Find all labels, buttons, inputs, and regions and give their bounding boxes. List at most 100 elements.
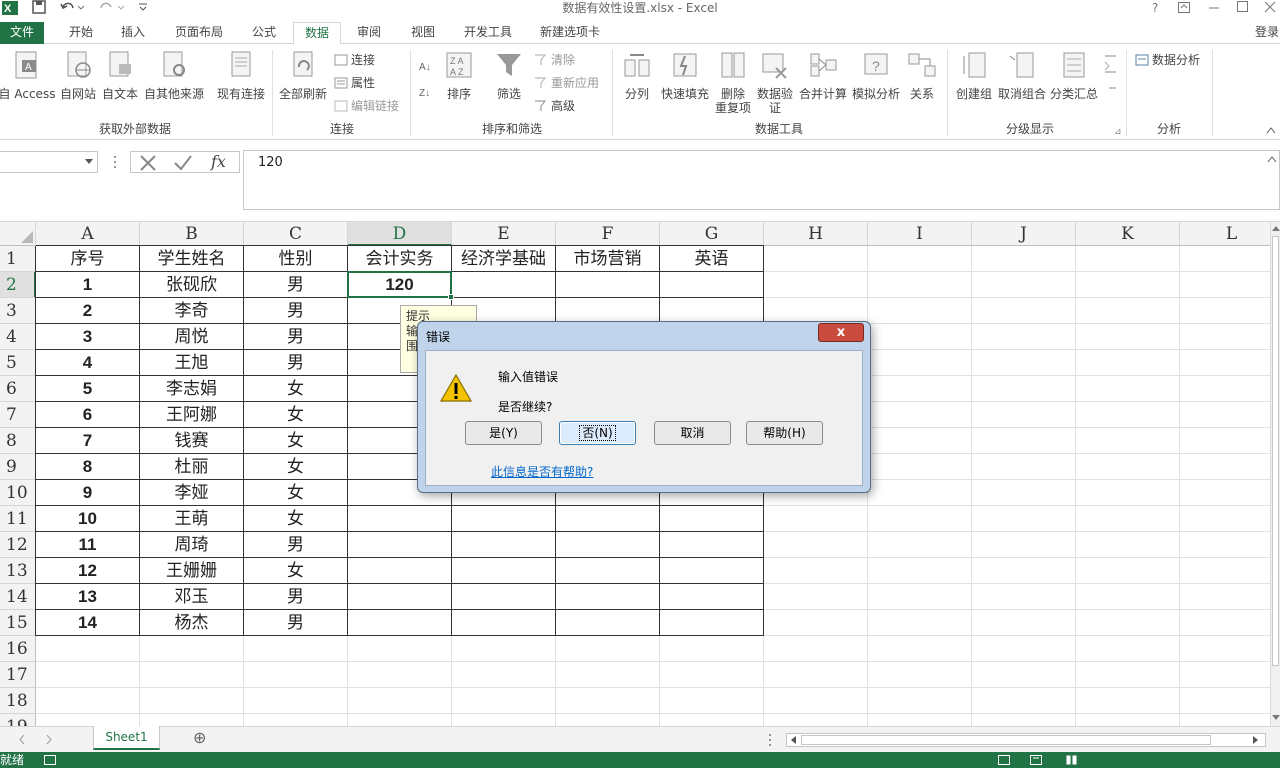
yes-button[interactable]: 是(Y) (465, 421, 542, 445)
cell-j6[interactable] (972, 376, 1076, 402)
cell-b14[interactable]: 邓玉 (140, 584, 244, 610)
cell-e17[interactable] (452, 662, 556, 688)
cell-a11[interactable]: 10 (36, 506, 140, 532)
cell-i18[interactable] (868, 688, 972, 714)
cell-b4[interactable]: 周悦 (140, 324, 244, 350)
cell-k5[interactable] (1076, 350, 1180, 376)
cell-l11[interactable] (1180, 506, 1270, 532)
cell-j1[interactable] (972, 246, 1076, 272)
cell-d17[interactable] (348, 662, 452, 688)
cell-l9[interactable] (1180, 454, 1270, 480)
cell-d18[interactable] (348, 688, 452, 714)
cell-a3[interactable]: 2 (36, 298, 140, 324)
cell-b19[interactable] (140, 714, 244, 726)
cell-h14[interactable] (764, 584, 868, 610)
cell-d13[interactable] (348, 558, 452, 584)
cell-e15[interactable] (452, 610, 556, 636)
advanced-button[interactable]: 高级 (534, 98, 575, 114)
cell-d16[interactable] (348, 636, 452, 662)
row-header-7[interactable]: 7 (0, 402, 36, 428)
cell-k1[interactable] (1076, 246, 1180, 272)
cell-k17[interactable] (1076, 662, 1180, 688)
minimize-icon[interactable] (1208, 2, 1220, 13)
cell-f2[interactable] (556, 272, 660, 298)
feedback-link[interactable]: 此信息是否有帮助? (491, 463, 593, 480)
horizontal-scrollbar[interactable] (786, 733, 1266, 747)
row-header-5[interactable]: 5 (0, 350, 36, 376)
cell-i13[interactable] (868, 558, 972, 584)
cell-c12[interactable]: 男 (244, 532, 348, 558)
cell-l19[interactable] (1180, 714, 1270, 726)
column-header-f[interactable]: F (556, 222, 660, 246)
cell-i11[interactable] (868, 506, 972, 532)
show-hide-detail-icon[interactable] (1103, 52, 1119, 96)
cell-h13[interactable] (764, 558, 868, 584)
from-text-button[interactable]: 自文本 (100, 50, 140, 101)
cell-l6[interactable] (1180, 376, 1270, 402)
vertical-scrollbar[interactable] (1270, 222, 1280, 726)
row-header-17[interactable]: 17 (0, 662, 36, 688)
cell-f1[interactable]: 市场营销 (556, 246, 660, 272)
cell-b13[interactable]: 王姗姗 (140, 558, 244, 584)
scroll-down-icon[interactable] (1272, 715, 1280, 721)
cell-g17[interactable] (660, 662, 764, 688)
cell-j12[interactable] (972, 532, 1076, 558)
cell-j4[interactable] (972, 324, 1076, 350)
cell-i16[interactable] (868, 636, 972, 662)
cell-k15[interactable] (1076, 610, 1180, 636)
consolidate-button[interactable]: 合并计算 (796, 50, 850, 101)
cell-l13[interactable] (1180, 558, 1270, 584)
tab-developer[interactable]: 开发工具 (456, 22, 520, 44)
scroll-up-icon[interactable] (1272, 225, 1280, 231)
cell-a8[interactable]: 7 (36, 428, 140, 454)
cell-i1[interactable] (868, 246, 972, 272)
sort-button[interactable]: Z AA Z 排序 (440, 50, 478, 101)
cell-b12[interactable]: 周琦 (140, 532, 244, 558)
cell-j17[interactable] (972, 662, 1076, 688)
row-header-11[interactable]: 11 (0, 506, 36, 532)
cell-b2[interactable]: 张砚欣 (140, 272, 244, 298)
cell-i3[interactable] (868, 298, 972, 324)
row-header-3[interactable]: 3 (0, 298, 36, 324)
cell-j10[interactable] (972, 480, 1076, 506)
cell-i5[interactable] (868, 350, 972, 376)
row-header-10[interactable]: 10 (0, 480, 36, 506)
cell-d15[interactable] (348, 610, 452, 636)
what-if-analysis-button[interactable]: ? 模拟分析 (850, 50, 902, 101)
tab-file[interactable]: 文件 (0, 22, 44, 44)
cell-h2[interactable] (764, 272, 868, 298)
cell-g15[interactable] (660, 610, 764, 636)
cell-a16[interactable] (36, 636, 140, 662)
add-sheet-icon[interactable]: ⊕ (193, 728, 206, 747)
column-header-a[interactable]: A (36, 222, 140, 246)
cell-f14[interactable] (556, 584, 660, 610)
cell-k10[interactable] (1076, 480, 1180, 506)
cell-f11[interactable] (556, 506, 660, 532)
cell-j15[interactable] (972, 610, 1076, 636)
clear-button[interactable]: 清除 (534, 52, 575, 68)
cell-i12[interactable] (868, 532, 972, 558)
edit-links-button[interactable]: 编辑链接 (334, 98, 399, 114)
cell-c14[interactable]: 男 (244, 584, 348, 610)
cell-c6[interactable]: 女 (244, 376, 348, 402)
no-button[interactable]: 否(N) (559, 421, 636, 445)
cell-h12[interactable] (764, 532, 868, 558)
row-header-12[interactable]: 12 (0, 532, 36, 558)
cell-l5[interactable] (1180, 350, 1270, 376)
cell-g11[interactable] (660, 506, 764, 532)
cell-c18[interactable] (244, 688, 348, 714)
collapse-ribbon-icon[interactable] (1266, 126, 1276, 134)
row-header-4[interactable]: 4 (0, 324, 36, 350)
cell-l7[interactable] (1180, 402, 1270, 428)
scroll-left-icon[interactable] (790, 736, 796, 744)
cell-j7[interactable] (972, 402, 1076, 428)
remove-duplicates-button[interactable]: 删除 重复项 (714, 50, 752, 115)
properties-button[interactable]: 属性 (334, 75, 375, 91)
cell-g12[interactable] (660, 532, 764, 558)
cell-c16[interactable] (244, 636, 348, 662)
cell-g16[interactable] (660, 636, 764, 662)
cell-i15[interactable] (868, 610, 972, 636)
cell-c17[interactable] (244, 662, 348, 688)
cell-e2[interactable] (452, 272, 556, 298)
column-header-k[interactable]: K (1076, 222, 1180, 246)
